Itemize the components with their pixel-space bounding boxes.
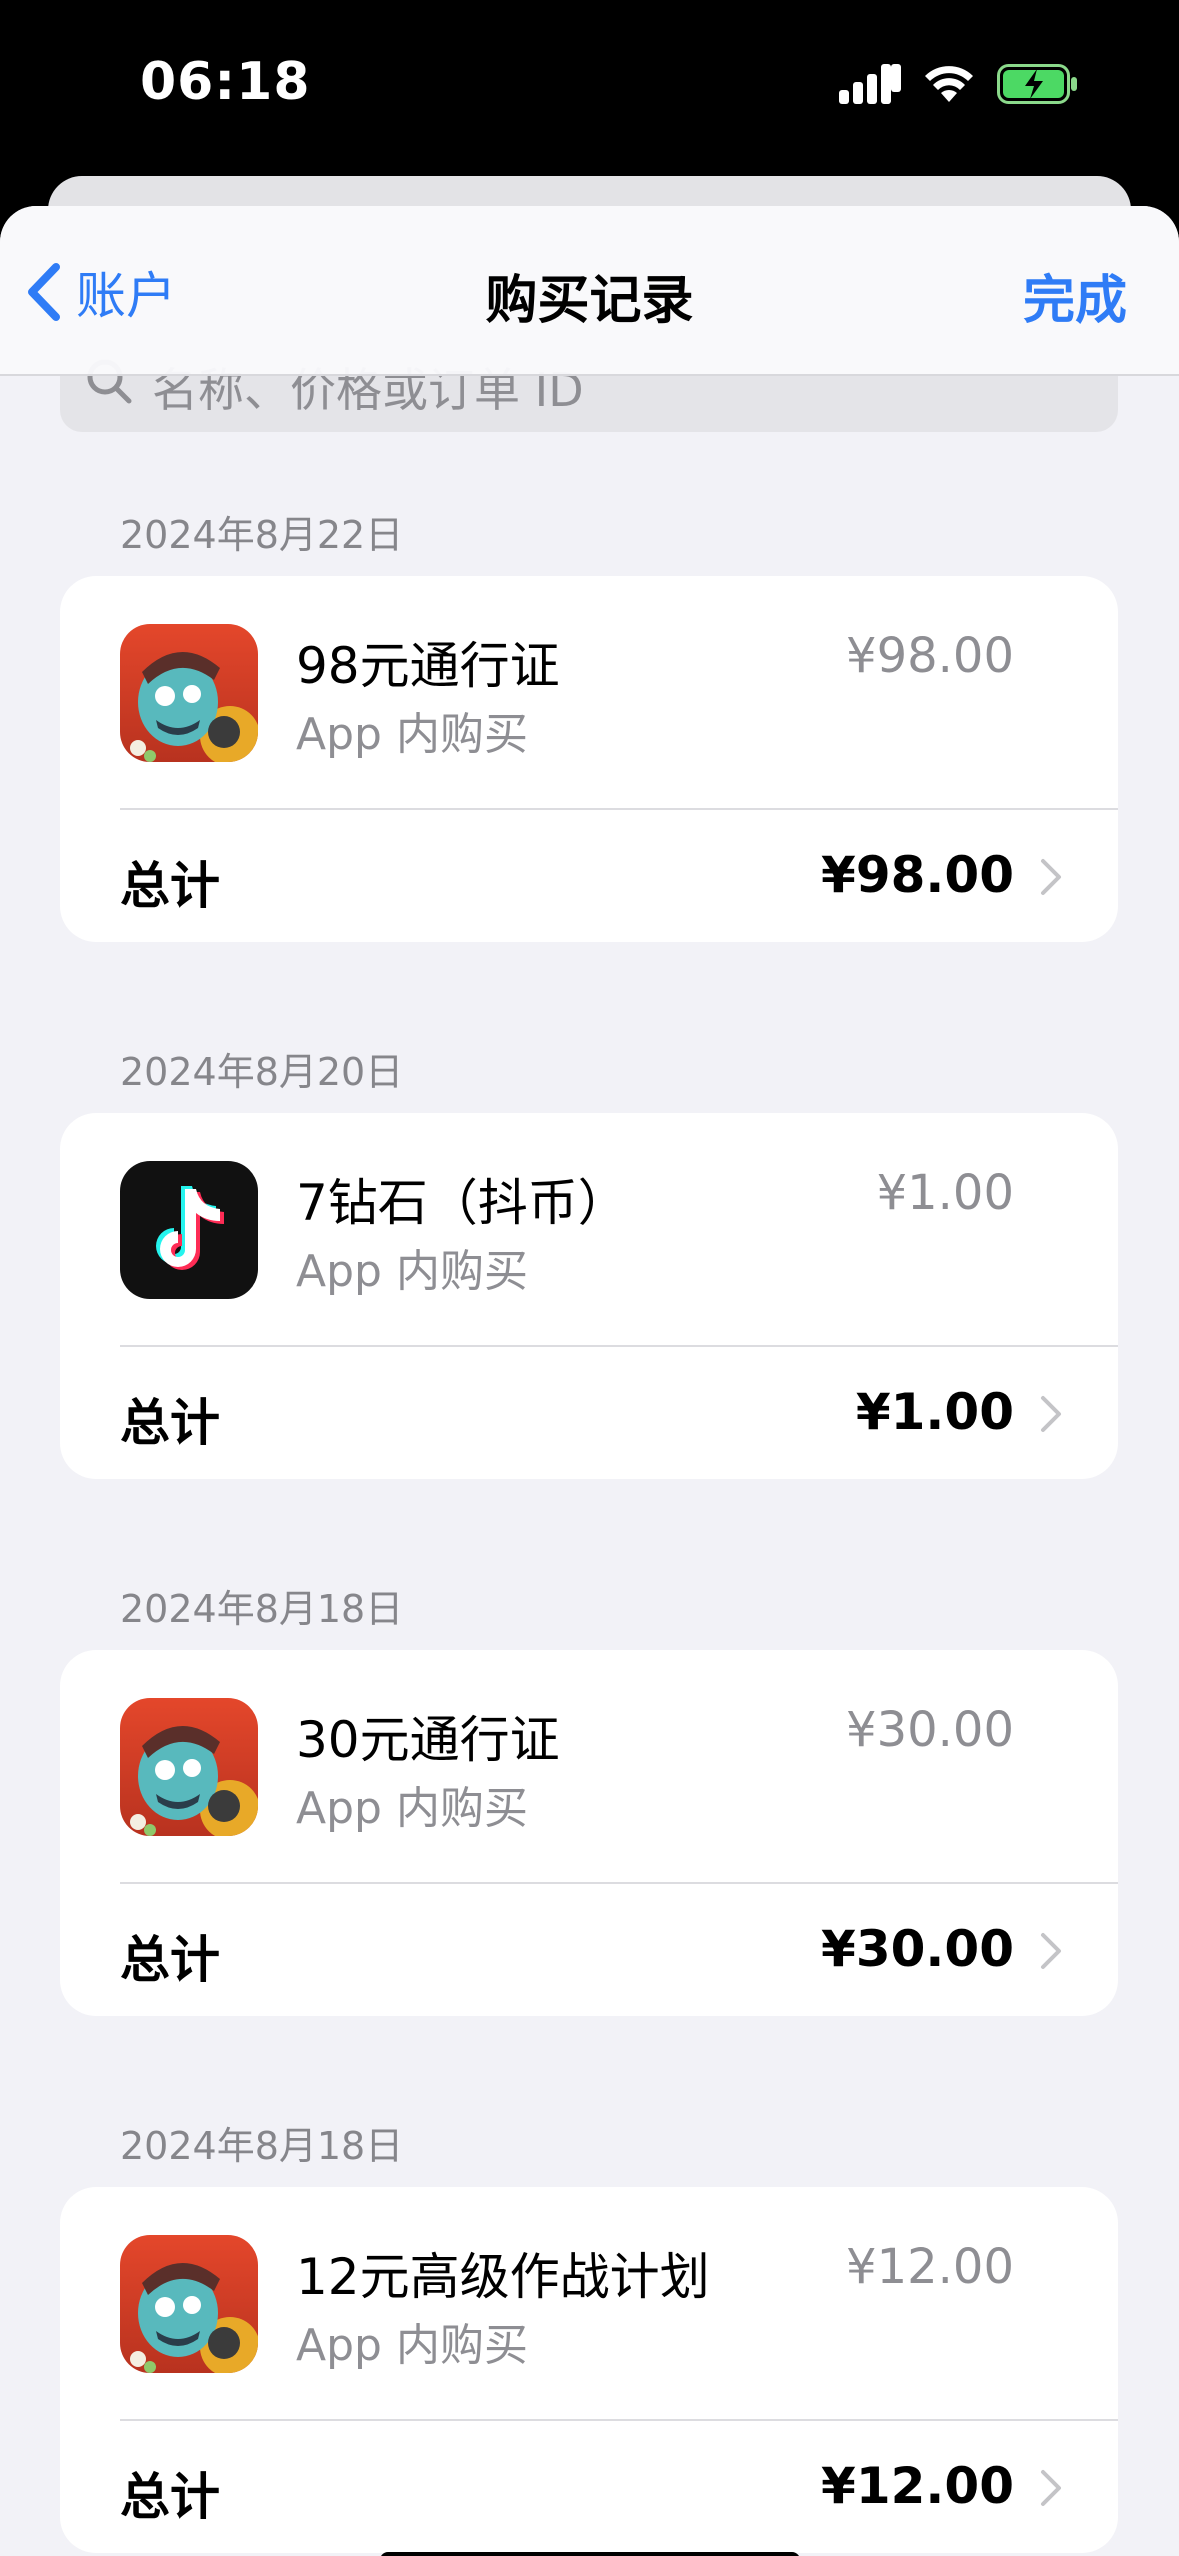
item-type: App 内购买: [296, 2320, 528, 2371]
total-label: 总计: [120, 1931, 220, 1989]
purchase-card[interactable]: 7钻石（抖币） App 内购买 ¥1.00 总计 ¥1.00: [60, 1113, 1118, 1479]
cellular-signal-icon: [839, 64, 901, 108]
item-type: App 内购买: [296, 709, 528, 760]
tiktok-app-icon: [120, 1161, 258, 1299]
status-bar: 06:18: [0, 0, 1179, 170]
total-value: ¥12.00: [821, 2457, 1014, 2515]
section-date: 2024年8月18日: [120, 2124, 404, 2168]
purchase-card[interactable]: 30元通行证 App 内购买 ¥30.00 总计 ¥30.00: [60, 1650, 1118, 2016]
battery-charging-icon: [997, 64, 1079, 108]
screen: 06:18 账户 购买记录 完成 名称、价格或订单 ID 2024年8月22日 …: [0, 0, 1179, 2556]
section-date: 2024年8月20日: [120, 1050, 404, 1094]
game-app-icon: [120, 1698, 258, 1836]
purchase-history-sheet: 账户 购买记录 完成 名称、价格或订单 ID 2024年8月22日 98元通行证…: [0, 206, 1179, 2556]
item-price: ¥30.00: [846, 1702, 1014, 1758]
item-name: 30元通行证: [296, 1711, 560, 1769]
total-value: ¥98.00: [821, 846, 1014, 904]
total-label: 总计: [120, 1394, 220, 1452]
item-name: 7钻石（抖币）: [296, 1174, 628, 1232]
section-date: 2024年8月18日: [120, 1587, 404, 1631]
item-type: App 内购买: [296, 1246, 528, 1297]
chevron-right-icon: [1040, 2469, 1062, 2511]
total-value: ¥1.00: [855, 1383, 1014, 1441]
page-title: 购买记录: [485, 271, 694, 331]
chevron-right-icon: [1040, 1932, 1062, 1974]
game-app-icon: [120, 624, 258, 762]
done-button[interactable]: 完成: [1023, 258, 1127, 333]
item-type: App 内购买: [296, 1783, 528, 1834]
divider: [120, 1345, 1118, 1347]
wifi-icon: [923, 64, 975, 108]
total-value: ¥30.00: [821, 1920, 1014, 1978]
chevron-right-icon: [1040, 858, 1062, 900]
divider: [120, 1882, 1118, 1884]
status-icons: [839, 64, 1079, 108]
section-date: 2024年8月22日: [120, 513, 404, 557]
item-price: ¥12.00: [846, 2239, 1014, 2295]
game-app-icon: [120, 2235, 258, 2373]
total-label: 总计: [120, 857, 220, 915]
purchase-card[interactable]: 98元通行证 App 内购买 ¥98.00 总计 ¥98.00: [60, 576, 1118, 942]
divider: [120, 808, 1118, 810]
item-price: ¥98.00: [846, 628, 1014, 684]
divider: [120, 2419, 1118, 2421]
home-indicator[interactable]: [380, 2552, 800, 2556]
item-name: 98元通行证: [296, 637, 560, 695]
purchase-card[interactable]: 12元高级作战计划 App 内购买 ¥12.00 总计 ¥12.00: [60, 2187, 1118, 2553]
status-time: 06:18: [140, 52, 311, 112]
item-name: 12元高级作战计划: [296, 2248, 710, 2306]
navigation-bar: 账户 购买记录 完成: [0, 206, 1179, 376]
total-label: 总计: [120, 2468, 220, 2526]
chevron-right-icon: [1040, 1395, 1062, 1437]
item-price: ¥1.00: [876, 1165, 1014, 1221]
